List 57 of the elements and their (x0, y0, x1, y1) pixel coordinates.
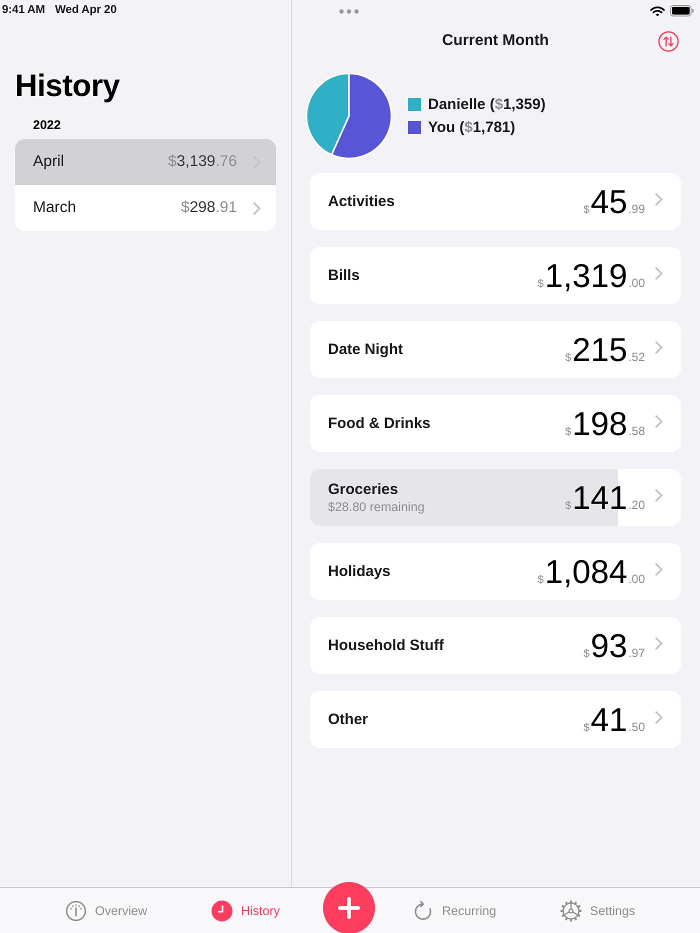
month-name: April (33, 153, 66, 171)
category-card[interactable]: Other $41.50 (310, 691, 681, 748)
category-name: Bills (328, 266, 361, 285)
circular-arrow-icon (412, 900, 434, 922)
sort-button[interactable] (658, 30, 679, 52)
category-name: Other (328, 710, 370, 729)
chevron-icon (655, 563, 663, 576)
chevron-icon (655, 267, 663, 280)
wifi-icon (650, 6, 665, 16)
status-time: 9:41 AM (2, 4, 45, 16)
category-name: Activities (328, 192, 396, 211)
category-card[interactable]: Household Stuff $93.97 (310, 617, 681, 674)
category-card[interactable]: Food & Drinks $198.58 (310, 395, 681, 452)
category-amount: $45.99 (583, 185, 645, 218)
multitasking-dots-icon[interactable] (339, 9, 359, 14)
category-name: Date Night (328, 340, 404, 359)
month-row[interactable]: April $3,139.76 (15, 139, 276, 185)
up-down-arrows-icon (658, 30, 679, 52)
month-total: $3,139.76 (168, 153, 237, 171)
category-amount: $41.50 (583, 703, 645, 736)
category-card[interactable]: Bills $1,319.00 (310, 247, 681, 304)
category-name: Groceries (328, 480, 400, 499)
add-button[interactable] (323, 882, 375, 933)
category-card[interactable]: Holidays $1,084.00 (310, 543, 681, 600)
chevron-icon (655, 341, 663, 354)
chevron-icon (655, 489, 663, 502)
month-total: $298.91 (180, 199, 237, 217)
category-amount: $198.58 (565, 407, 645, 440)
category-name: Household Stuff (328, 636, 445, 655)
category-name: Food & Drinks (328, 414, 432, 433)
legend-label: You ($1,781) (428, 119, 516, 136)
chevron-icon (253, 202, 261, 214)
clock-icon (211, 900, 233, 922)
category-amount: $93.97 (583, 629, 645, 662)
chevron-icon (655, 637, 663, 650)
category-card[interactable]: Groceries $28.80 remaining $141.20 (310, 469, 681, 526)
battery-icon (670, 5, 694, 17)
category-card[interactable]: Activities $45.99 (310, 173, 681, 230)
chevron-icon (655, 711, 663, 724)
gauge-icon (65, 900, 87, 922)
legend-label: Danielle ($1,359) (428, 96, 546, 113)
budget-note: $28.80 remaining (328, 499, 426, 515)
month-name: March (33, 199, 78, 217)
chevron-icon (655, 415, 663, 428)
category-amount: $141.20 (565, 481, 645, 514)
section-header: 2022 (33, 117, 62, 133)
category-amount: $215.52 (565, 333, 645, 366)
gear-icon (560, 900, 582, 922)
category-card[interactable]: Date Night $215.52 (310, 321, 681, 378)
category-amount: $1,319.00 (538, 259, 645, 292)
category-name: Holidays (328, 562, 392, 581)
panel-title: Current Month (441, 31, 550, 51)
plus-icon (338, 897, 360, 919)
category-amount: $1,084.00 (538, 555, 645, 588)
status-date: Wed Apr 20 (54, 4, 117, 16)
chevron-icon (655, 193, 663, 206)
page-title: History (15, 68, 121, 104)
